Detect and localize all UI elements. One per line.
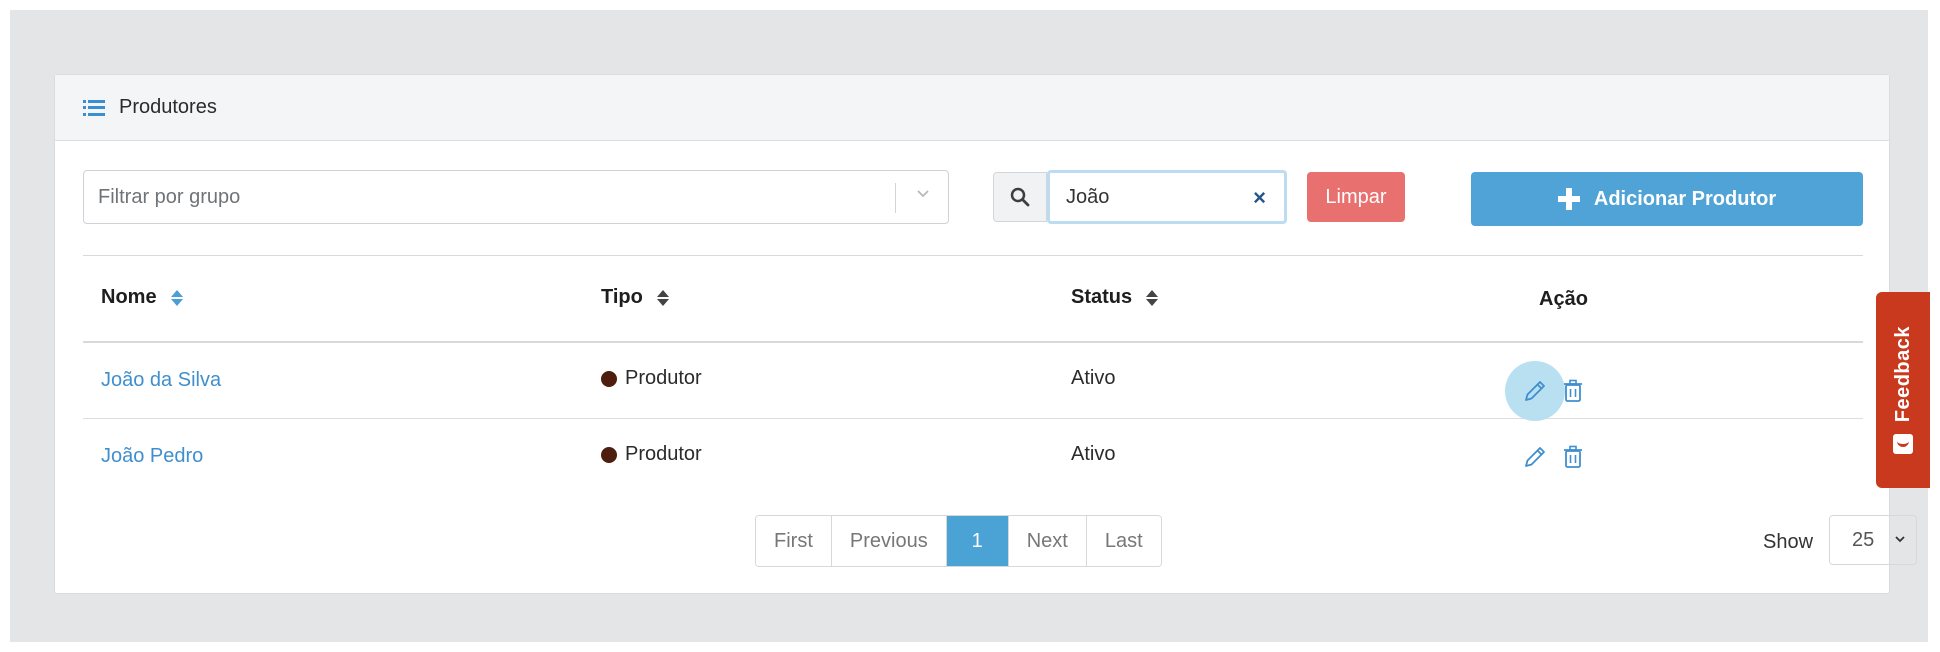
trash-icon xyxy=(1564,379,1582,402)
column-header-nome[interactable]: Nome xyxy=(101,286,183,309)
smile-icon xyxy=(1893,434,1913,455)
type-dot-icon xyxy=(601,446,617,463)
feedback-label: Feedback xyxy=(1891,325,1914,423)
producer-type: Produtor xyxy=(601,443,702,466)
table-row: João da Silva Produtor Ativo xyxy=(83,343,1863,421)
feedback-tab[interactable]: Feedback xyxy=(1876,292,1930,488)
column-header-tipo[interactable]: Tipo xyxy=(601,286,669,309)
clear-search-icon[interactable]: × xyxy=(1253,185,1266,211)
page-size-label: Show xyxy=(1763,531,1814,553)
producer-type: Produtor xyxy=(601,367,702,390)
pagination-next[interactable]: Next xyxy=(1008,516,1087,566)
pagination-current-page[interactable]: 1 xyxy=(946,516,1009,566)
select-separator xyxy=(895,183,896,213)
column-header-acao: Ação xyxy=(1539,288,1588,310)
trash-icon xyxy=(1564,445,1582,468)
producer-name-link[interactable]: João da Silva xyxy=(101,369,221,392)
table-header: Nome Tipo Status Ação xyxy=(83,255,1863,343)
producer-name-link[interactable]: João Pedro xyxy=(101,445,203,468)
delete-button[interactable] xyxy=(1559,371,1587,411)
pagination-previous[interactable]: Previous xyxy=(831,516,947,566)
type-dot-icon xyxy=(601,370,617,387)
chevron-down-icon[interactable] xyxy=(916,187,930,201)
plus-icon xyxy=(1557,188,1580,210)
search-input-value: João xyxy=(1066,185,1110,208)
row-actions xyxy=(1505,361,1587,421)
add-producer-label: Adicionar Produtor xyxy=(1593,187,1777,210)
pencil-icon xyxy=(1525,447,1545,467)
producers-table: Nome Tipo Status Ação João da Silva Prod… xyxy=(83,255,1863,495)
pagination-first[interactable]: First xyxy=(756,516,832,566)
pagination-last[interactable]: Last xyxy=(1086,516,1161,566)
panel-title: Produtores xyxy=(119,96,217,118)
search-icon xyxy=(1010,187,1030,207)
producer-status: Ativo xyxy=(1071,443,1116,465)
pencil-icon xyxy=(1525,381,1545,401)
add-producer-button[interactable]: Adicionar Produtor xyxy=(1471,172,1863,226)
produtores-panel: Produtores Filtrar por grupo João × Limp… xyxy=(54,74,1917,594)
search-addon[interactable] xyxy=(993,172,1047,222)
page-size-value: 25 xyxy=(1852,528,1875,551)
list-icon xyxy=(83,99,105,116)
chevron-down-icon xyxy=(1895,536,1905,543)
producer-status: Ativo xyxy=(1071,367,1116,389)
delete-button[interactable] xyxy=(1559,437,1587,477)
sort-icon[interactable] xyxy=(656,289,669,306)
table-row: João Pedro Produtor Ativo xyxy=(83,419,1863,495)
group-filter-select[interactable]: Filtrar por grupo xyxy=(83,170,949,224)
search-input[interactable]: João × xyxy=(1047,170,1287,224)
pagination: First Previous 1 Next Last xyxy=(755,515,1162,567)
column-header-status[interactable]: Status xyxy=(1071,286,1159,309)
edit-button[interactable] xyxy=(1505,361,1565,421)
group-filter-placeholder: Filtrar por grupo xyxy=(98,185,241,208)
row-actions xyxy=(1515,437,1587,477)
limpar-button[interactable]: Limpar xyxy=(1307,172,1405,222)
panel-header: Produtores xyxy=(55,75,1889,141)
page-size-select[interactable]: 25 xyxy=(1829,515,1917,565)
sort-icon[interactable] xyxy=(1146,289,1159,306)
sort-icon[interactable] xyxy=(170,289,183,306)
edit-button[interactable] xyxy=(1515,437,1555,477)
